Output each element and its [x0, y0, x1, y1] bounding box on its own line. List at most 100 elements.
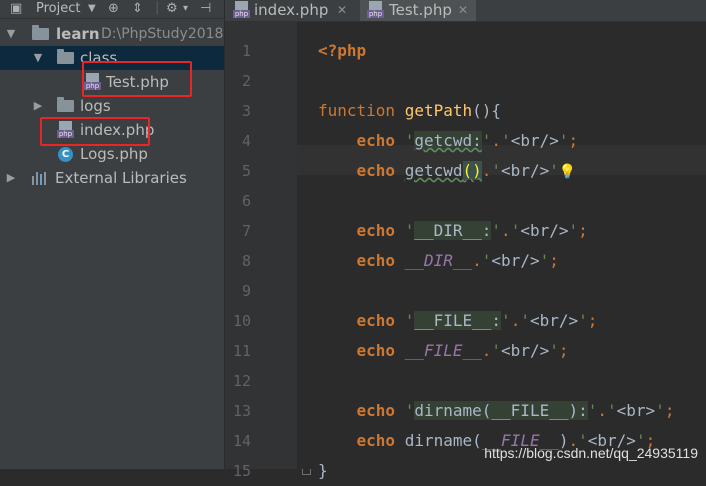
project-path-hint: D:\PhpStudy2018: [101, 26, 224, 42]
code-token: ': [587, 401, 598, 420]
code-token: getcwd:: [414, 131, 482, 150]
dropdown-arrow-icon[interactable]: ▼: [88, 0, 96, 18]
code-token: .: [491, 131, 502, 150]
project-toolbar: ▣ Project ▼ ⊕ ⇕ | ⚙ ▾ ⊣: [0, 0, 224, 19]
code-token: ': [558, 131, 569, 150]
tree-item-label: logs: [80, 97, 111, 115]
gear-icon[interactable]: ⚙: [166, 0, 178, 18]
folder-icon: [32, 25, 49, 40]
code-token: ': [491, 341, 502, 360]
line-number: 15: [232, 462, 251, 480]
tab-label: index.php: [254, 1, 329, 19]
line-number: 8: [241, 252, 251, 270]
code-token: echo: [318, 431, 405, 450]
code-token: ': [568, 221, 579, 240]
code-token: echo: [318, 311, 405, 330]
line-number: 2: [241, 72, 251, 90]
code-token: <br/>: [501, 341, 550, 360]
code-token: getcwd: [404, 161, 463, 180]
code-line: echo 'getcwd:'.'<br/>';: [318, 126, 578, 156]
code-token: <br/>: [491, 251, 540, 270]
editor-tab-bar: php index.php ✕ php Test.php ✕: [225, 0, 706, 22]
code-token: ;: [549, 251, 559, 270]
code-editor[interactable]: <?php function getPath(){ echo 'getcwd:'.…: [297, 22, 706, 480]
code-token: echo: [318, 161, 405, 180]
code-token: .: [472, 251, 482, 270]
code-token: <br/>: [529, 311, 579, 330]
code-token: ': [655, 401, 665, 420]
tree-item-external-libraries[interactable]: ▶ External Libraries: [0, 166, 224, 190]
class-file-icon: C: [58, 147, 73, 162]
expand-arrow-icon[interactable]: ▼: [32, 46, 44, 70]
code-token: echo: [318, 251, 405, 270]
project-view-title[interactable]: Project: [36, 0, 80, 18]
code-token: ': [510, 221, 521, 240]
line-number: 11: [232, 342, 251, 360]
code-token: .: [481, 161, 492, 180]
code-token: echo: [318, 341, 405, 360]
code-line: echo getcwd().'<br/>'💡: [318, 156, 576, 186]
line-number: 5: [241, 162, 251, 180]
tree-item-learn[interactable]: ▼ learn D:\PhpStudy2018: [0, 22, 224, 46]
tree-item-logs[interactable]: ▶ logs: [0, 94, 224, 118]
php-file-icon: php: [367, 1, 384, 19]
code-token: ': [404, 221, 415, 240]
code-token: ': [539, 251, 550, 270]
code-token: ;: [587, 311, 598, 330]
code-line: echo __DIR__.'<br/>';: [318, 246, 559, 276]
collapse-all-icon[interactable]: ⇕: [132, 0, 143, 18]
annotation-box: [40, 117, 150, 146]
code-line: <?php: [318, 36, 366, 66]
code-token: <br/>: [510, 131, 559, 150]
close-icon[interactable]: ✕: [337, 0, 347, 21]
code-token: }: [318, 461, 328, 480]
locate-target-icon[interactable]: ⊕: [108, 0, 119, 18]
tab-index-php[interactable]: php index.php ✕: [225, 0, 354, 21]
close-icon[interactable]: ✕: [458, 0, 468, 21]
expand-arrow-icon[interactable]: ▼: [5, 22, 17, 46]
code-token: echo: [318, 401, 405, 420]
folder-icon: [57, 97, 74, 112]
collapse-arrow-icon[interactable]: ▶: [32, 94, 44, 118]
code-token: .: [597, 401, 608, 420]
tab-label: Test.php: [389, 1, 452, 19]
code-token: ': [404, 131, 415, 150]
code-token: ': [481, 251, 492, 270]
collapse-arrow-icon[interactable]: ▶: [5, 166, 17, 190]
tree-item-label: External Libraries: [55, 169, 187, 187]
libraries-icon: [32, 172, 48, 185]
project-view-icon[interactable]: ▣: [10, 0, 22, 18]
gear-dropdown-icon[interactable]: ▾: [183, 0, 188, 18]
line-number: 9: [241, 282, 251, 300]
watermark: https://blog.csdn.net/qq_24935119: [484, 445, 698, 461]
tab-test-php[interactable]: php Test.php ✕: [360, 0, 476, 21]
php-file-icon: php: [233, 1, 250, 19]
code-token: ': [607, 401, 617, 420]
code-line: echo '__DIR__:'.'<br/>';: [318, 216, 588, 246]
annotation-box: [82, 61, 192, 97]
lightbulb-icon[interactable]: 💡: [559, 157, 576, 187]
code-token: ': [549, 161, 559, 180]
code-token: <br/>: [501, 161, 550, 180]
code-token: echo: [318, 221, 405, 240]
code-token: ': [501, 311, 511, 330]
line-number: 7: [241, 222, 251, 240]
toolbar-separator: |: [155, 0, 160, 15]
code-line: echo '__FILE__:'.'<br/>';: [318, 306, 597, 336]
line-number: 3: [241, 102, 251, 120]
line-number: 13: [232, 402, 251, 420]
code-token: ': [404, 311, 415, 330]
code-token: <br/>: [520, 221, 569, 240]
code-token: __DIR__: [404, 251, 473, 270]
code-token: ': [501, 131, 511, 150]
code-line: echo __FILE__.'<br/>';: [318, 336, 569, 366]
code-token: __DIR__:: [414, 221, 492, 240]
line-number: 1: [241, 42, 251, 60]
code-token: .: [510, 311, 521, 330]
line-number: 14: [232, 432, 251, 450]
code-token: ': [520, 311, 530, 330]
code-token: ;: [578, 221, 588, 240]
hide-panel-icon[interactable]: ⊣: [200, 0, 211, 18]
code-token: (){: [472, 101, 502, 120]
code-token: ;: [664, 401, 675, 420]
